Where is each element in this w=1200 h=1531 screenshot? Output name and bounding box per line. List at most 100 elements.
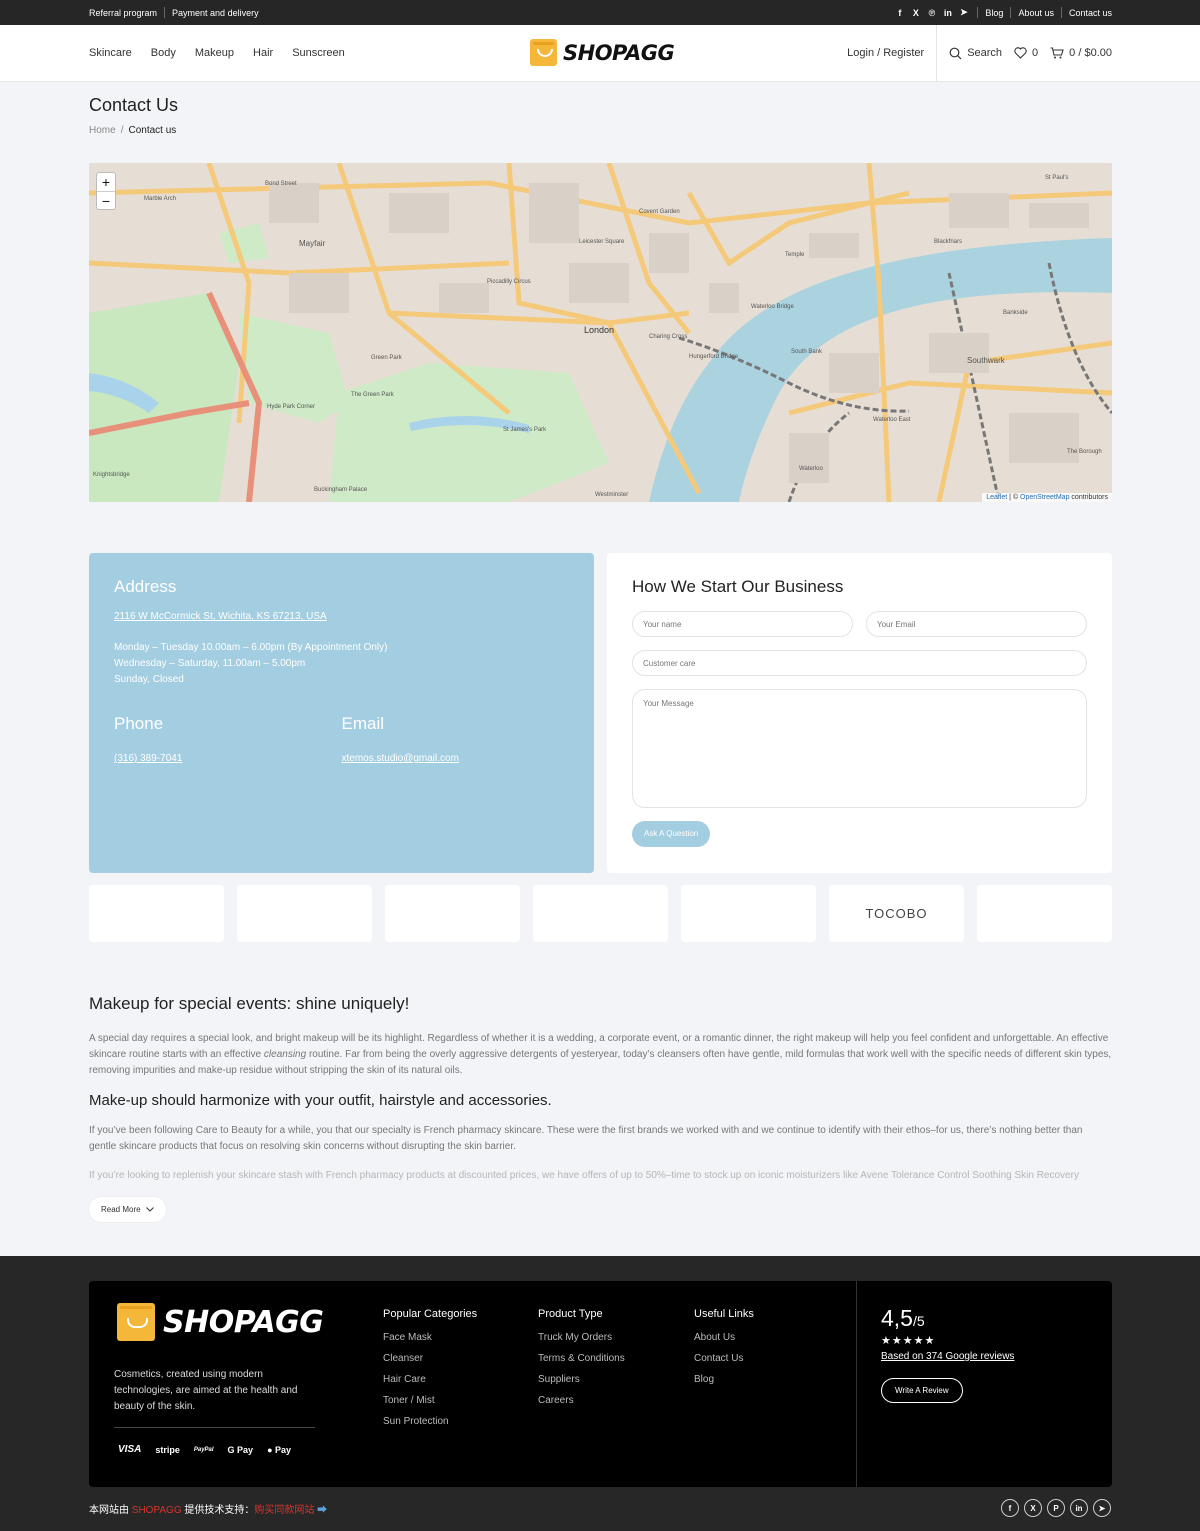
breadcrumb-home[interactable]: Home	[89, 125, 116, 136]
article-paragraph: If you’ve been following Care to Beauty …	[89, 1125, 1083, 1152]
brand-logo-tocobo[interactable]: TOCOBO	[829, 885, 964, 942]
cart-button[interactable]: 0 / $0.00	[1050, 47, 1112, 59]
svg-text:Temple: Temple	[785, 252, 805, 258]
footer-link[interactable]: Suppliers	[538, 1374, 625, 1385]
search-button[interactable]: Search	[949, 47, 1002, 60]
top-bar: Referral program Payment and delivery f …	[0, 0, 1200, 25]
article-heading: Makeup for special events: shine uniquel…	[89, 994, 410, 1013]
contact-link[interactable]: Contact us	[1069, 8, 1112, 18]
map[interactable]: Bond Street Mayfair Piccadilly Circus Lo…	[89, 163, 1112, 502]
contact-section: Address 2116 W McCormick St, Wichita, KS…	[89, 553, 1112, 873]
footer-link[interactable]: Careers	[538, 1395, 625, 1406]
linkedin-icon[interactable]: in	[943, 8, 952, 18]
message-textarea[interactable]: Your Message	[632, 689, 1087, 808]
footer-link[interactable]: Face Mask	[383, 1332, 477, 1343]
ask-question-button[interactable]: Ask A Question	[632, 821, 711, 847]
svg-text:Hyde Park Corner: Hyde Park Corner	[267, 404, 315, 410]
footer-link[interactable]: Hair Care	[383, 1374, 477, 1385]
divider	[856, 1281, 857, 1487]
nav-body[interactable]: Body	[151, 47, 176, 59]
write-review-button[interactable]: Write A Review	[881, 1378, 963, 1403]
svg-text:Waterloo: Waterloo	[799, 466, 823, 472]
leaflet-link[interactable]: Leaflet	[986, 494, 1007, 501]
nav-makeup[interactable]: Makeup	[195, 47, 234, 59]
wishlist-count: 0	[1032, 47, 1039, 59]
telegram-icon[interactable]: ➤	[1093, 1499, 1111, 1517]
footer-link[interactable]: Terms & Conditions	[538, 1353, 625, 1364]
referral-link[interactable]: Referral program	[89, 8, 157, 18]
svg-text:South Bank: South Bank	[791, 349, 823, 355]
pinterest-icon[interactable]: ℗	[927, 8, 936, 18]
brand-logo[interactable]	[977, 885, 1112, 942]
zoom-out-button[interactable]: −	[97, 191, 115, 209]
footer-link[interactable]: Sun Protection	[383, 1416, 477, 1427]
nav-sunscreen[interactable]: Sunscreen	[292, 47, 345, 59]
nav-hair[interactable]: Hair	[253, 47, 273, 59]
footer-link[interactable]: Contact Us	[694, 1353, 754, 1364]
brand-name: SHOPAGG	[131, 1505, 182, 1516]
footer-link[interactable]: Blog	[694, 1374, 754, 1385]
footer-link[interactable]: Cleanser	[383, 1353, 477, 1364]
linkedin-icon[interactable]: in	[1070, 1499, 1088, 1517]
stripe-icon: stripe	[155, 1444, 180, 1455]
footer: SHOPAGG Cosmetics, created using modern …	[0, 1256, 1200, 1531]
brand-logo[interactable]	[89, 885, 224, 942]
x-icon[interactable]: X	[911, 8, 920, 18]
svg-text:Buckingham Palace: Buckingham Palace	[314, 487, 368, 493]
svg-text:Waterloo Bridge: Waterloo Bridge	[751, 304, 794, 310]
svg-text:Westminster: Westminster	[595, 492, 628, 498]
pinterest-icon[interactable]: P	[1047, 1499, 1065, 1517]
article-subheading: Make-up should harmonize with your outfi…	[89, 1092, 552, 1109]
article-paragraph-faded: If you’re looking to replenish your skin…	[89, 1170, 1079, 1181]
zoom-in-button[interactable]: +	[97, 173, 115, 191]
customer-care-input[interactable]: Customer care	[632, 650, 1087, 676]
buy-site-link[interactable]: 购买同款网站	[254, 1505, 314, 1516]
footer-link[interactable]: About Us	[694, 1332, 754, 1343]
email-link[interactable]: xtemos.studio@gmail.com	[342, 753, 459, 764]
site-logo[interactable]: SHOPAGG	[530, 39, 675, 66]
brand-logo[interactable]	[237, 885, 372, 942]
breadcrumb-current: Contact us	[128, 125, 177, 136]
wishlist-button[interactable]: 0	[1014, 47, 1038, 59]
about-link[interactable]: About us	[1018, 8, 1054, 18]
svg-text:Southwark: Southwark	[967, 356, 1006, 365]
read-more-button[interactable]: Read More	[89, 1197, 166, 1222]
heart-icon	[1014, 47, 1027, 59]
visa-icon: VISA	[118, 1444, 142, 1455]
hours-line: Wednesday – Saturday, 11.00am – 5.00pm	[114, 658, 306, 669]
x-icon[interactable]: X	[1024, 1499, 1042, 1517]
svg-text:Marble Arch: Marble Arch	[144, 196, 176, 202]
map-zoom-control: + −	[96, 172, 116, 210]
name-input[interactable]: Your name	[632, 611, 853, 637]
nav-skincare[interactable]: Skincare	[89, 47, 132, 59]
brand-logo[interactable]	[533, 885, 668, 942]
seo-text-section: Makeup for special events: shine uniquel…	[89, 994, 1112, 1222]
blog-link[interactable]: Blog	[985, 8, 1003, 18]
osm-link[interactable]: OpenStreetMap	[1020, 494, 1069, 501]
svg-text:Hungerford Bridge: Hungerford Bridge	[689, 354, 739, 360]
svg-text:Mayfair: Mayfair	[299, 239, 326, 248]
brand-logo[interactable]	[385, 885, 520, 942]
page-title: Contact Us	[89, 95, 179, 115]
address-link[interactable]: 2116 W McCormick St, Wichita, KS 67213, …	[114, 611, 569, 622]
facebook-icon[interactable]: f	[895, 8, 904, 18]
brand-logo[interactable]	[681, 885, 816, 942]
breadcrumb: Home / Contact us	[89, 125, 1112, 136]
svg-text:St James's Park: St James's Park	[503, 427, 547, 433]
contact-info-card: Address 2116 W McCormick St, Wichita, KS…	[89, 553, 594, 873]
telegram-icon[interactable]: ➤	[959, 7, 968, 18]
google-reviews-link[interactable]: Based on 374 Google reviews	[881, 1351, 1014, 1362]
payment-delivery-link[interactable]: Payment and delivery	[172, 8, 259, 18]
address-title: Address	[114, 577, 177, 596]
facebook-icon[interactable]: f	[1001, 1499, 1019, 1517]
read-more-label: Read More	[101, 1205, 141, 1214]
footer-logo[interactable]: SHOPAGG	[117, 1303, 324, 1341]
paypal-icon: PayPal	[193, 1446, 214, 1453]
phone-link[interactable]: (316) 389-7041	[114, 753, 182, 764]
footer-link[interactable]: Toner / Mist	[383, 1395, 477, 1406]
map-tiles: Bond Street Mayfair Piccadilly Circus Lo…	[89, 163, 1112, 502]
email-input[interactable]: Your Email	[866, 611, 1087, 637]
login-register-link[interactable]: Login / Register	[847, 25, 938, 81]
footer-col-title: Popular Categories	[383, 1308, 478, 1320]
footer-link[interactable]: Truck My Orders	[538, 1332, 625, 1343]
